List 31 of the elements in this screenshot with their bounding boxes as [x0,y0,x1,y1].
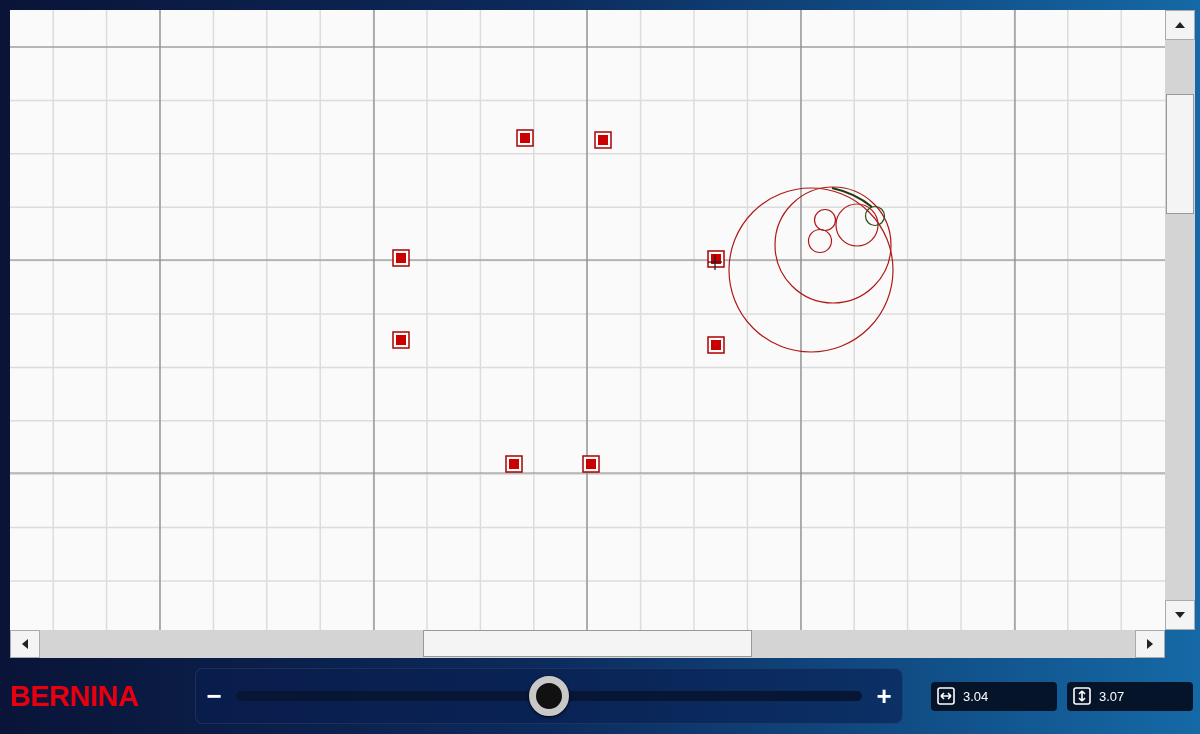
stitch-marker-icon[interactable] [392,331,410,349]
stitch-marker-icon[interactable] [392,249,410,267]
vertical-scrollbar[interactable] [1165,10,1195,630]
stitch-marker-icon[interactable] [594,131,612,149]
zoom-slider[interactable] [236,676,862,716]
scroll-down-button[interactable] [1165,600,1195,630]
crosshair-icon [707,254,723,271]
scroll-thumb[interactable] [423,630,752,657]
brand-logo: BERNINA [10,679,140,713]
scroll-thumb[interactable] [1166,94,1194,214]
dimension-field[interactable]: 3.07 [1067,681,1193,711]
zoom-in-button[interactable]: + [872,680,896,712]
stitch-marker-icon[interactable] [505,455,523,473]
down-arrow-icon [1175,611,1185,619]
up-arrow-icon [1175,21,1185,29]
stitch-marker-icon[interactable] [707,336,725,354]
right-arrow-icon [1146,639,1154,649]
scroll-right-button[interactable] [1135,630,1165,658]
height-icon [1073,687,1091,705]
dimension-field[interactable]: 3.04 [931,681,1057,711]
scroll-left-button[interactable] [10,630,40,658]
horizontal-scrollbar[interactable] [10,630,1165,658]
stitch-marker-icon[interactable] [516,129,534,147]
zoom-out-button[interactable]: − [202,680,226,712]
dimension-value: 3.07 [1099,688,1125,704]
width-icon [937,687,955,705]
stitch-marker-icon[interactable] [582,455,600,473]
left-arrow-icon [21,639,29,649]
scroll-up-button[interactable] [1165,10,1195,40]
slider-thumb[interactable] [529,676,569,716]
dimension-value: 3.04 [963,688,989,704]
